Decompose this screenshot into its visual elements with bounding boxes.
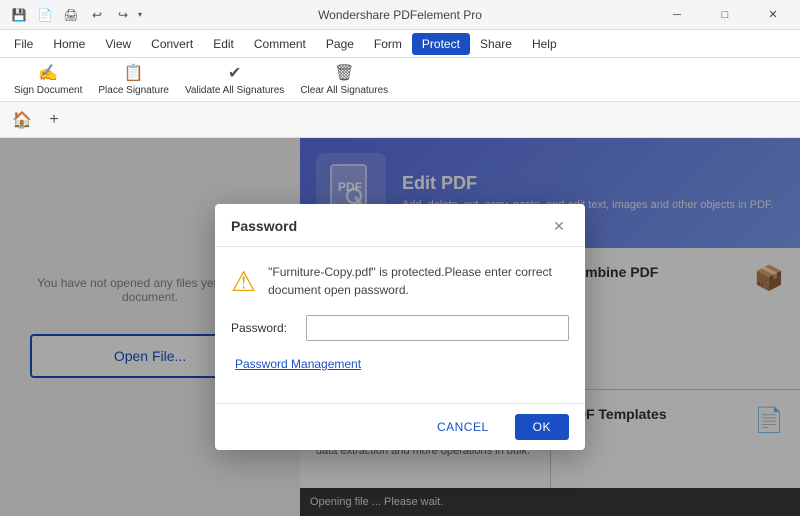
qat-undo[interactable]: ↩: [86, 4, 108, 26]
quick-access-toolbar: 💾 📄 🖨 ↩ ↪ ▾: [8, 4, 142, 26]
clear-label: Clear All Signatures: [300, 85, 388, 96]
sign-document-label: Sign Document: [14, 85, 82, 96]
window-controls: ─ □ ✕: [654, 0, 796, 30]
menu-help[interactable]: Help: [522, 33, 567, 55]
dialog-message: "Furniture-Copy.pdf" is protected.Please…: [268, 263, 569, 299]
password-label: Password:: [231, 321, 296, 335]
menu-file[interactable]: File: [4, 33, 43, 55]
menu-view[interactable]: View: [95, 33, 141, 55]
dialog-title: Password: [231, 218, 297, 234]
menu-comment[interactable]: Comment: [244, 33, 316, 55]
password-dialog: Password ✕ ⚠ "Furniture-Copy.pdf" is pro…: [215, 204, 585, 450]
toolbar: ✍ Sign Document 📋 Place Signature ✔ Vali…: [0, 58, 800, 102]
sign-document-icon: ✍: [38, 63, 58, 83]
place-signature-btn[interactable]: 📋 Place Signature: [92, 60, 175, 99]
menu-page[interactable]: Page: [316, 33, 364, 55]
menu-edit[interactable]: Edit: [203, 33, 244, 55]
add-tab-btn[interactable]: +: [40, 106, 68, 134]
menu-protect[interactable]: Protect: [412, 33, 470, 55]
nav-bar: 🏠 +: [0, 102, 800, 138]
password-field-row: Password:: [231, 315, 569, 341]
title-bar: 💾 📄 🖨 ↩ ↪ ▾ Wondershare PDFelement Pro ─…: [0, 0, 800, 30]
menu-form[interactable]: Form: [364, 33, 412, 55]
app-title: Wondershare PDFelement Pro: [318, 8, 482, 22]
modal-overlay: Password ✕ ⚠ "Furniture-Copy.pdf" is pro…: [0, 138, 800, 516]
dialog-buttons: CANCEL OK: [215, 403, 585, 450]
dialog-message-row: ⚠ "Furniture-Copy.pdf" is protected.Plea…: [231, 263, 569, 299]
menu-home[interactable]: Home: [43, 33, 95, 55]
menu-share[interactable]: Share: [470, 33, 522, 55]
validate-icon: ✔: [228, 63, 241, 83]
qat-print[interactable]: 🖨: [60, 4, 82, 26]
password-input[interactable]: [306, 315, 569, 341]
ok-button[interactable]: OK: [515, 414, 569, 440]
dialog-title-bar: Password ✕: [215, 204, 585, 247]
background-content: You have not opened any files yet. Open …: [0, 138, 800, 516]
qat-save[interactable]: 💾: [8, 4, 30, 26]
dialog-body: ⚠ "Furniture-Copy.pdf" is protected.Plea…: [215, 247, 585, 403]
menu-convert[interactable]: Convert: [141, 33, 203, 55]
place-signature-icon: 📋: [124, 63, 144, 83]
validate-signatures-btn[interactable]: ✔ Validate All Signatures: [179, 60, 290, 99]
clear-signatures-btn[interactable]: 🗑 Clear All Signatures: [294, 60, 394, 99]
menu-bar: File Home View Convert Edit Comment Page…: [0, 30, 800, 58]
sign-document-btn[interactable]: ✍ Sign Document: [8, 60, 88, 99]
close-button[interactable]: ✕: [750, 0, 796, 30]
clear-icon: 🗑: [334, 63, 354, 83]
password-management-link[interactable]: Password Management: [231, 357, 569, 371]
minimize-button[interactable]: ─: [654, 0, 700, 30]
warning-icon: ⚠: [231, 265, 256, 299]
qat-new[interactable]: 📄: [34, 4, 56, 26]
home-nav-btn[interactable]: 🏠: [8, 106, 36, 134]
cancel-button[interactable]: CANCEL: [419, 414, 507, 440]
validate-label: Validate All Signatures: [185, 85, 284, 96]
dialog-close-button[interactable]: ✕: [549, 216, 569, 236]
place-signature-label: Place Signature: [98, 85, 169, 96]
restore-button[interactable]: □: [702, 0, 748, 30]
qat-dropdown[interactable]: ▾: [138, 10, 142, 19]
qat-redo[interactable]: ↪: [112, 4, 134, 26]
main-content: You have not opened any files yet. Open …: [0, 138, 800, 516]
